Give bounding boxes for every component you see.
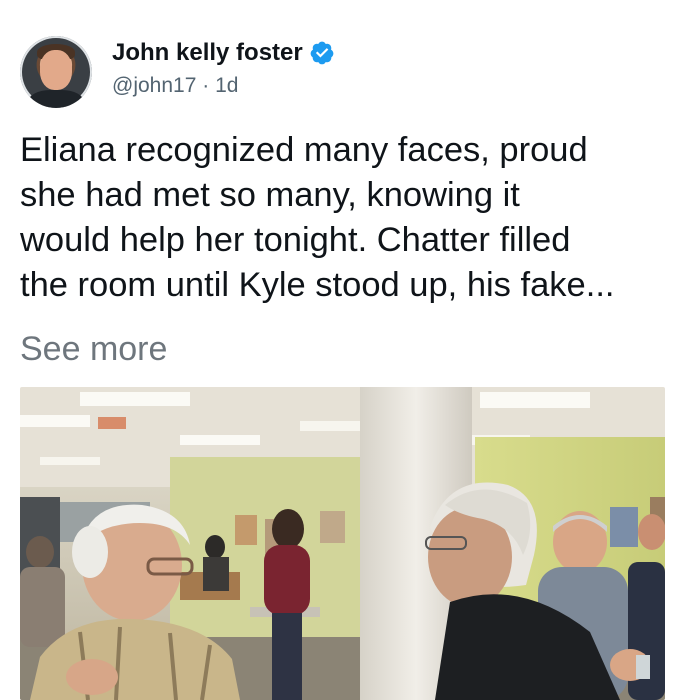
tweet-text-line: Eliana recognized many faces, proud — [20, 131, 588, 169]
tweet-header: John kelly foster @john17 · 1d — [20, 36, 680, 112]
tweet-text-line: she had met so many, knowing it — [20, 176, 520, 214]
author-avatar[interactable] — [20, 36, 92, 108]
author-handle[interactable]: @john17 — [112, 74, 196, 97]
meta-separator: · — [196, 74, 216, 97]
author-name-row: John kelly foster — [112, 38, 335, 68]
photo-illustration — [20, 387, 665, 700]
tweet-timestamp[interactable]: 1d — [215, 74, 238, 97]
see-more-link[interactable]: See more — [20, 327, 167, 371]
tweet-text: Eliana recognized many faces, proud she … — [20, 128, 700, 308]
author-display-name[interactable]: John kelly foster — [112, 38, 303, 68]
tweet-photo[interactable] — [20, 387, 665, 700]
tweet-text-line: would help her tonight. Chatter filled — [20, 221, 571, 259]
author-meta: @john17 · 1d — [112, 72, 238, 100]
verified-badge-icon — [310, 41, 334, 65]
tweet-text-line: the room until Kyle stood up, his fake..… — [20, 266, 615, 304]
